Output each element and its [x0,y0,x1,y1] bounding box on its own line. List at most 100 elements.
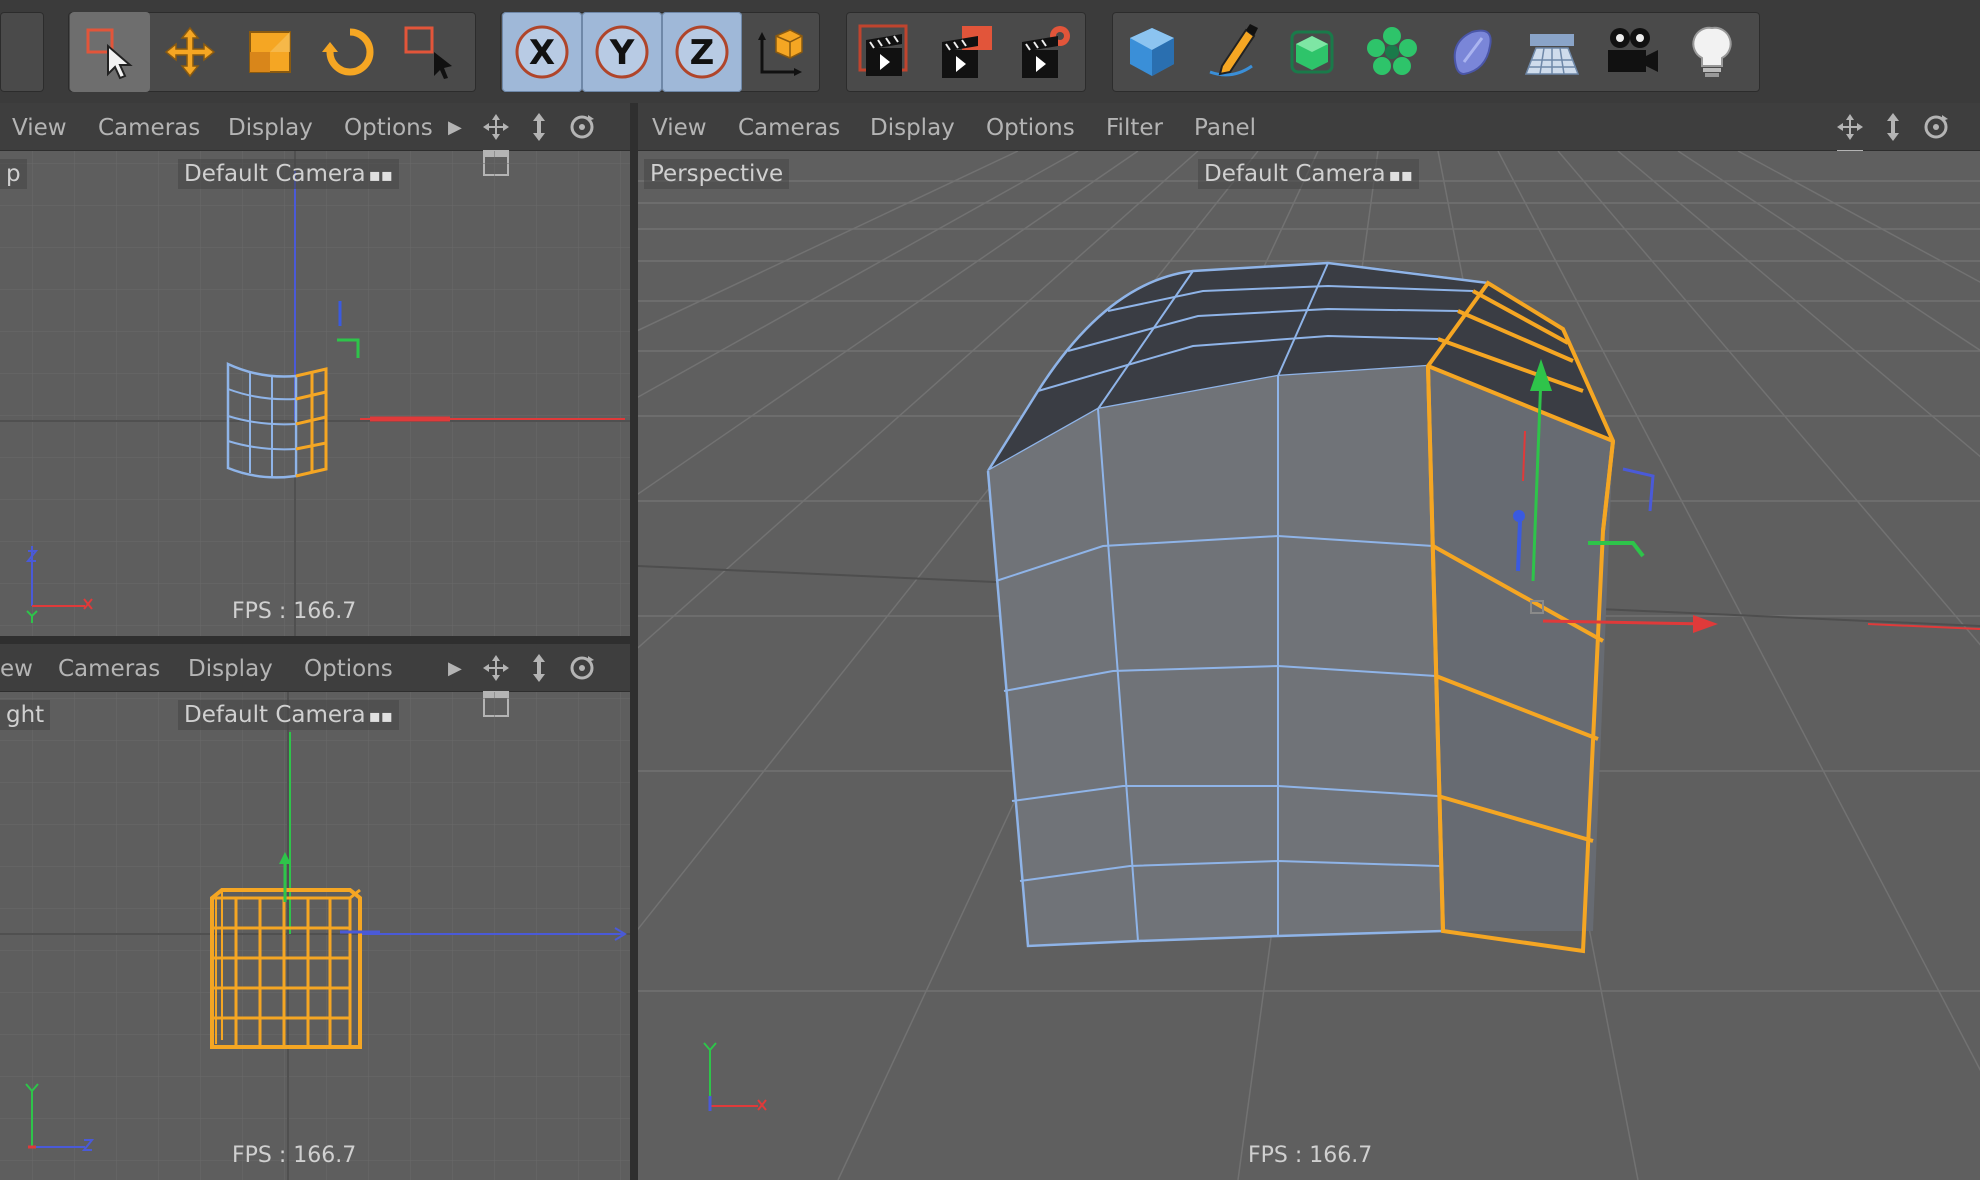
menu-view[interactable]: View [12,115,67,141]
render-settings-icon [1022,26,1070,78]
menu-display[interactable]: Display [188,656,273,682]
light-icon [1692,26,1732,77]
camera-small-icon: ▪▪ [368,706,394,727]
render-view-icon [858,24,908,76]
menu-display[interactable]: Display [228,115,313,141]
camera-name: Default Camera [1204,161,1386,187]
pan-icon[interactable] [1834,111,1866,143]
camera-small-icon: ▪▪ [368,165,394,186]
viewport-right-fps: FPS : 166.7 [232,1143,357,1168]
cube-icon [1130,28,1174,76]
pan-icon[interactable] [480,111,512,143]
cube-button[interactable] [1112,12,1192,92]
light-button[interactable] [1672,12,1752,92]
viewport-perspective[interactable]: View Cameras Display Options Filter Pane… [638,103,1980,1180]
toolbar-stub [0,12,44,92]
subdivision-surface-button[interactable] [1272,12,1352,92]
zoom-icon[interactable] [523,652,555,684]
orbit-icon[interactable] [566,111,598,143]
toolbar-group-render [846,12,1086,92]
pen-button[interactable] [1192,12,1272,92]
viewport-perspective-fps: FPS : 166.7 [1248,1143,1373,1168]
viewport-top-fps: FPS : 166.7 [232,599,357,624]
menu-more-arrow-icon[interactable]: ▶ [448,117,462,138]
deformer-button[interactable] [1432,12,1512,92]
floor-icon [1524,34,1580,75]
x-axis-label: X [529,33,555,73]
toolbar-group-axis: X Y Z [500,12,820,92]
render-to-picture-viewer-button[interactable] [926,12,1006,92]
viewport-perspective-label: Perspective [644,159,790,189]
cloner-button[interactable] [1352,12,1432,92]
viewport-perspective-menubar: View Cameras Display Options Filter Pane… [638,103,1980,176]
toolbar-group-transform [68,12,476,92]
viewport-right-nav-icons [480,652,630,717]
viewport-right-canvas[interactable] [0,692,630,1180]
viewport-right[interactable]: ew Cameras Display Options ▶ ght Default… [0,644,630,1180]
viewport-top-label: p [0,159,27,189]
viewport-top-menubar: View Cameras Display Options ▶ [0,103,630,176]
camera-button[interactable] [1592,12,1672,92]
camera-small-icon: ▪▪ [1388,165,1414,186]
pan-icon[interactable] [480,652,512,684]
y-axis-icon: Y [595,25,649,79]
floor-button[interactable] [1512,12,1592,92]
menu-cameras[interactable]: Cameras [738,115,840,141]
menu-panel[interactable]: Panel [1194,115,1256,141]
live-selection-button[interactable] [70,12,150,92]
rotate-icon [322,28,374,76]
viewport-top-canvas[interactable] [0,151,630,636]
menu-cameras[interactable]: Cameras [58,656,160,682]
coordinate-system-button[interactable] [740,12,820,92]
camera-name: Default Camera [184,702,366,728]
coordinate-system-icon [758,29,803,76]
cloner-icon [1367,27,1417,75]
render-view-button[interactable] [846,12,926,92]
zoom-icon[interactable] [1877,111,1909,143]
viewport-divider-vertical[interactable] [630,103,638,1180]
orbit-icon[interactable] [566,652,598,684]
rotate-button[interactable] [310,12,390,92]
viewport-right-menubar: ew Cameras Display Options ▶ [0,644,630,717]
subdivision-surface-icon [1290,30,1334,74]
scale-icon [249,31,291,73]
orbit-icon[interactable] [1920,111,1952,143]
menu-options[interactable]: Options [304,656,393,682]
viewport-top-scene [0,151,630,636]
viewport-top-nav-icons [480,111,630,176]
viewport-top[interactable]: View Cameras Display Options ▶ p Default… [0,103,630,636]
menu-view[interactable]: View [652,115,707,141]
viewport-perspective-camera[interactable]: Default Camera ▪▪ [1198,159,1420,189]
y-axis-label: Y [609,33,635,73]
live-selection-icon [86,28,133,80]
move-button[interactable] [150,12,230,92]
menu-view[interactable]: ew [0,656,33,682]
viewport-perspective-nav-icons [1834,111,1980,176]
menu-options[interactable]: Options [344,115,433,141]
viewport-perspective-canvas[interactable] [638,151,1980,1180]
z-axis-lock-button[interactable]: Z [662,12,742,92]
z-axis-icon: Z [675,25,729,79]
camera-icon [1608,28,1658,72]
viewport-top-camera[interactable]: Default Camera ▪▪ [178,159,400,189]
x-axis-lock-button[interactable]: X [502,12,582,92]
viewport-divider-horizontal[interactable] [0,636,630,644]
menu-options[interactable]: Options [986,115,1075,141]
menu-more-arrow-icon[interactable]: ▶ [448,658,462,679]
main-toolbar: X Y Z [0,0,1980,103]
menu-display[interactable]: Display [870,115,955,141]
y-axis-lock-button[interactable]: Y [582,12,662,92]
viewport-right-camera[interactable]: Default Camera ▪▪ [178,700,400,730]
menu-filter[interactable]: Filter [1106,115,1163,141]
selection-dropdown-button[interactable] [390,12,470,92]
viewport-right-label: ght [0,700,51,730]
move-icon [164,26,216,78]
viewport-perspective-scene [638,151,1980,1180]
menu-cameras[interactable]: Cameras [98,115,200,141]
z-axis-label: Z [690,33,715,73]
x-axis-icon: X [515,25,569,79]
zoom-icon[interactable] [523,111,555,143]
render-settings-button[interactable] [1006,12,1086,92]
selection-dropdown-icon [404,26,452,79]
scale-button[interactable] [230,12,310,92]
